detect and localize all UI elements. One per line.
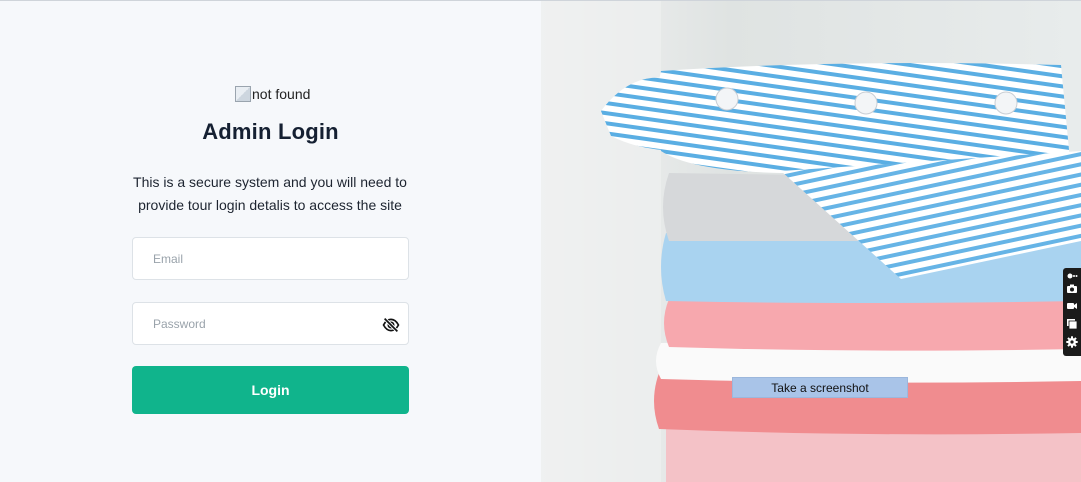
- page-title: Admin Login: [202, 119, 339, 144]
- logo-image-broken: not found: [235, 85, 310, 103]
- pin-icon[interactable]: [1066, 270, 1078, 282]
- hero-image: [541, 1, 1081, 482]
- screenshot-tooltip: Take a screenshot: [732, 377, 908, 398]
- login-description: This is a secure system and you will nee…: [133, 174, 407, 213]
- password-input[interactable]: [133, 303, 408, 344]
- login-button[interactable]: Login: [132, 366, 409, 414]
- gallery-icon[interactable]: [1066, 318, 1078, 330]
- email-field[interactable]: [132, 237, 409, 280]
- folded-shirts-image: [541, 1, 1081, 482]
- password-field[interactable]: [132, 302, 409, 345]
- camera-icon[interactable]: [1066, 283, 1078, 295]
- gear-icon[interactable]: [1066, 336, 1078, 348]
- screenshot-toolbar: [1063, 268, 1081, 356]
- email-input[interactable]: [133, 238, 408, 279]
- login-panel: not found Admin Login This is a secure s…: [0, 1, 541, 482]
- eye-slash-icon[interactable]: [382, 316, 400, 334]
- logo-alt-text: not found: [252, 86, 311, 102]
- video-camera-icon[interactable]: [1066, 300, 1078, 312]
- broken-image-icon: [235, 86, 251, 102]
